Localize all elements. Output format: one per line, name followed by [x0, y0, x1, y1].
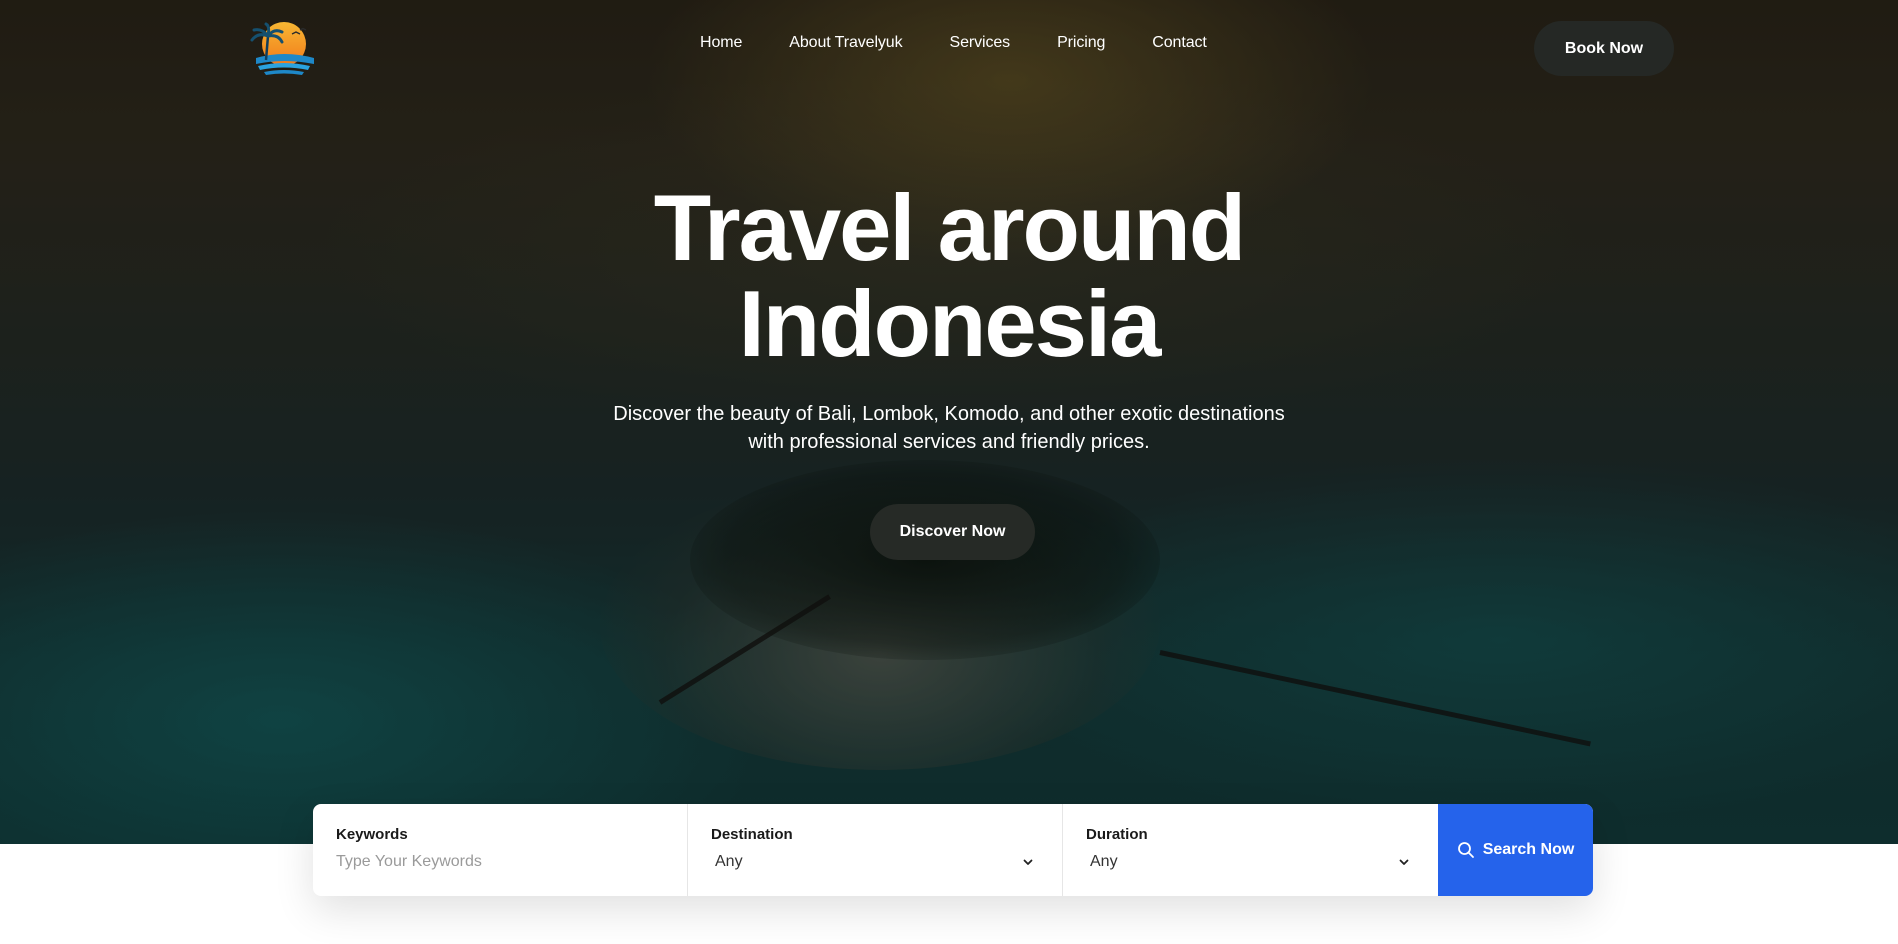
search-bar: Keywords Destination Any Duration Any Se…: [313, 804, 1593, 896]
keywords-field: Keywords: [313, 804, 688, 896]
hero-subtitle-line2: with professional services and friendly …: [748, 431, 1150, 453]
search-icon: [1457, 842, 1474, 858]
duration-value: Any: [1090, 853, 1118, 870]
main-nav: Home About Travelyuk Services Pricing Co…: [700, 34, 1207, 52]
destination-field: Destination Any: [688, 804, 1063, 896]
destination-select[interactable]: Any: [711, 853, 1038, 871]
nav-item-about[interactable]: About Travelyuk: [789, 34, 902, 52]
hero-title-line2: Indonesia: [738, 271, 1162, 376]
chevron-down-icon: [1023, 859, 1033, 865]
destination-value: Any: [715, 853, 743, 870]
discover-now-button[interactable]: Discover Now: [870, 504, 1035, 560]
hero-title-line1: Travel around: [653, 175, 1246, 280]
keywords-label: Keywords: [336, 826, 408, 843]
hero-subtitle-line1: Discover the beauty of Bali, Lombok, Kom…: [613, 403, 1285, 425]
hero-title: Travel around Indonesia: [0, 180, 1898, 372]
nav-item-services[interactable]: Services: [950, 34, 1011, 52]
hero-section: Home About Travelyuk Services Pricing Co…: [0, 0, 1898, 844]
chevron-down-icon: [1399, 859, 1409, 865]
duration-label: Duration: [1086, 826, 1148, 843]
destination-label: Destination: [711, 826, 793, 843]
hero-subtitle: Discover the beauty of Bali, Lombok, Kom…: [549, 400, 1349, 456]
travelyuk-logo-icon[interactable]: [248, 20, 318, 78]
duration-select[interactable]: Any: [1086, 853, 1414, 871]
keywords-input[interactable]: [336, 853, 663, 871]
nav-item-contact[interactable]: Contact: [1152, 34, 1207, 52]
duration-field: Duration Any: [1063, 804, 1438, 896]
search-now-button[interactable]: Search Now: [1438, 804, 1593, 896]
book-now-button[interactable]: Book Now: [1534, 21, 1674, 76]
search-now-label: Search Now: [1482, 841, 1575, 858]
nav-item-pricing[interactable]: Pricing: [1057, 34, 1105, 52]
nav-item-home[interactable]: Home: [700, 34, 742, 52]
